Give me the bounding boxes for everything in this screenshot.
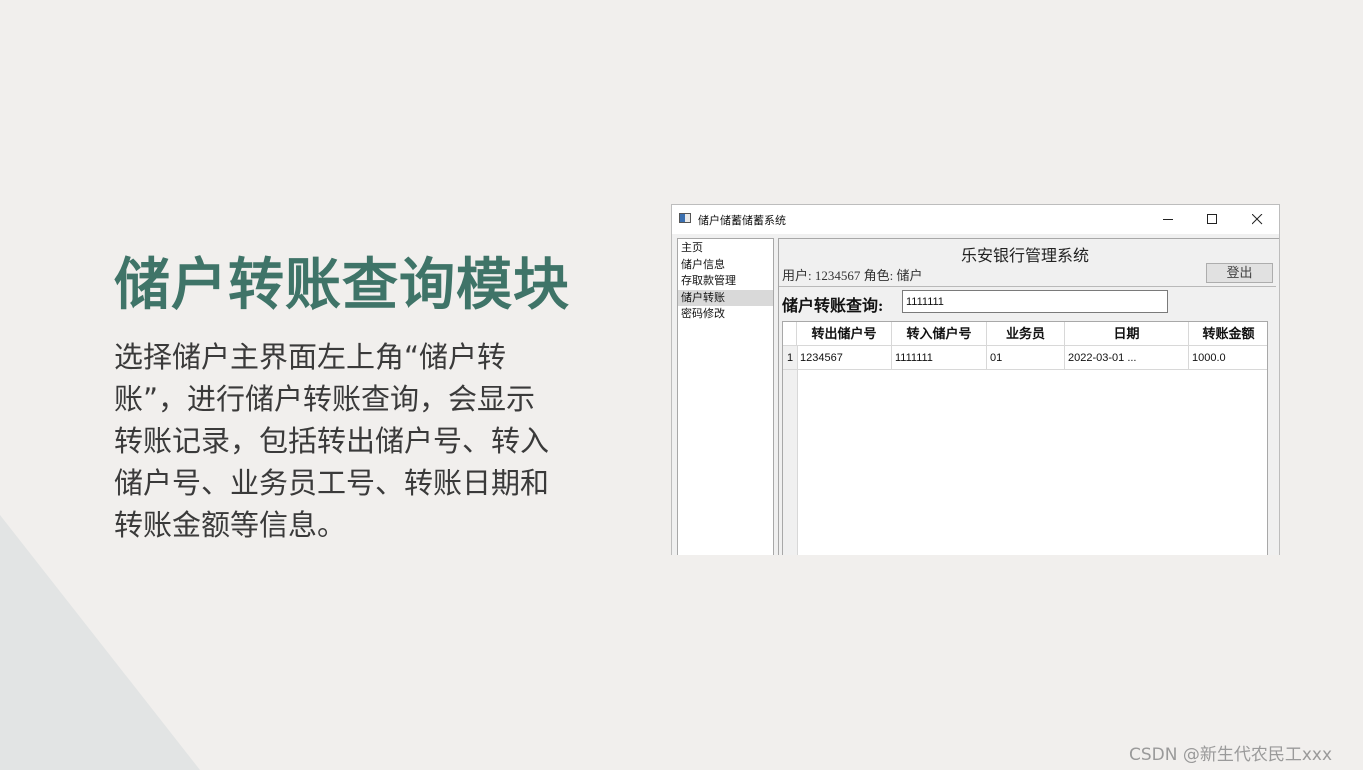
slide-title: 储户转账查询模块 bbox=[114, 253, 570, 318]
column-header[interactable]: 日期 bbox=[1065, 322, 1189, 346]
transfer-table: 转出储户号 转入储户号 业务员 日期 转账金额 1 1234567 111111… bbox=[782, 321, 1268, 555]
app-icon bbox=[679, 213, 691, 223]
maximize-icon bbox=[1207, 214, 1217, 224]
query-input[interactable] bbox=[902, 290, 1168, 313]
slide-description: 选择储户主界面左上角“储户转 账”，进行储户转账查询，会显示 转账记录，包括转出… bbox=[114, 336, 580, 546]
table-cell[interactable]: 2022-03-01 ... bbox=[1065, 346, 1189, 370]
table-corner[interactable] bbox=[783, 322, 797, 346]
csdn-watermark: CSDN @新生代农民工xxx bbox=[1129, 745, 1333, 765]
table-cell[interactable]: 01 bbox=[987, 346, 1065, 370]
description-line: 转账记录，包括转出储户号、转入 bbox=[114, 424, 550, 458]
query-label: 储户转账查询: bbox=[782, 298, 884, 315]
column-header[interactable]: 业务员 bbox=[987, 322, 1065, 346]
table-cell[interactable]: 1000.0 bbox=[1189, 346, 1267, 370]
sidebar-item-home[interactable]: 主页 bbox=[678, 240, 773, 257]
sidebar-item-depositor-info[interactable]: 储户信息 bbox=[678, 257, 773, 274]
description-line: 储户号、业务员工号、转账日期和 bbox=[114, 466, 550, 500]
user-info: 用户: 1234567 角色: 储户 bbox=[782, 268, 923, 283]
minimize-button[interactable] bbox=[1146, 205, 1190, 234]
divider bbox=[779, 286, 1276, 287]
window-titlebar[interactable]: 储户储蓄储蓄系统 bbox=[672, 205, 1279, 234]
row-number[interactable]: 1 bbox=[783, 346, 797, 370]
table-cell[interactable]: 1111111 bbox=[892, 346, 987, 370]
description-line: 账”，进行储户转账查询，会显示 bbox=[114, 382, 536, 416]
close-button[interactable] bbox=[1235, 205, 1279, 234]
maximize-button[interactable] bbox=[1190, 205, 1234, 234]
sidebar-item-deposit-withdraw[interactable]: 存取款管理 bbox=[678, 273, 773, 290]
description-line: 选择储户主界面左上角“储户转 bbox=[114, 340, 507, 374]
column-header[interactable]: 转入储户号 bbox=[892, 322, 987, 346]
logout-button[interactable]: 登出 bbox=[1206, 263, 1273, 283]
sidebar-nav: 主页 储户信息 存取款管理 储户转账 密码修改 bbox=[677, 238, 774, 555]
sidebar-item-password[interactable]: 密码修改 bbox=[678, 306, 773, 323]
main-panel: 乐安银行管理系统 用户: 1234567 角色: 储户 登出 储户转账查询: 转… bbox=[778, 238, 1279, 555]
table-cell[interactable]: 1234567 bbox=[797, 346, 892, 370]
column-header[interactable]: 转账金额 bbox=[1189, 322, 1267, 346]
bank-title: 乐安银行管理系统 bbox=[961, 248, 1090, 265]
sidebar-item-transfer[interactable]: 储户转账 bbox=[678, 289, 773, 306]
minimize-icon bbox=[1163, 219, 1173, 220]
description-line: 转账金额等信息。 bbox=[114, 508, 347, 542]
column-header[interactable]: 转出储户号 bbox=[797, 322, 892, 346]
app-window-screenshot: 储户储蓄储蓄系统 主页 储户信息 存取款管理 储户转账 密码修改 乐安银行管理系… bbox=[671, 204, 1280, 555]
window-title: 储户储蓄储蓄系统 bbox=[698, 215, 786, 227]
close-icon bbox=[1252, 214, 1263, 225]
